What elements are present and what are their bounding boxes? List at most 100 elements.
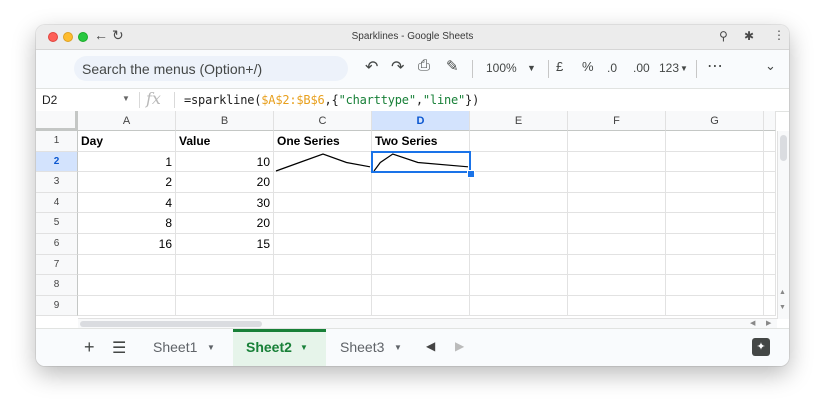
grid-cell[interactable] [274, 295, 372, 317]
grid-cell[interactable] [372, 213, 470, 234]
grid-cell[interactable] [568, 192, 666, 214]
grid-cell[interactable] [78, 254, 176, 276]
grid-cell[interactable] [568, 151, 666, 173]
row-header-7[interactable]: 7 [36, 254, 78, 276]
column-header-g[interactable]: G [666, 111, 764, 131]
value-cell[interactable]: 20 [176, 213, 274, 234]
scroll-down-icon[interactable]: ▼ [779, 304, 786, 311]
row-header-4[interactable]: 4 [36, 192, 78, 214]
row-header-3[interactable]: 3 [36, 172, 78, 193]
grid-cell[interactable] [274, 213, 372, 234]
scroll-left-icon[interactable]: ◀ [750, 319, 755, 327]
grid-cell[interactable] [568, 295, 666, 317]
currency-format-button[interactable]: £ [556, 59, 563, 74]
scroll-right-icon[interactable]: ▶ [766, 319, 771, 327]
grid-cell[interactable] [470, 295, 568, 317]
value-cell[interactable]: 15 [176, 234, 274, 255]
redo-icon[interactable]: ↷ [391, 57, 404, 77]
grid-cell[interactable] [372, 295, 470, 317]
decrease-decimal-button[interactable]: .0 [607, 61, 617, 75]
column-header-f[interactable]: F [568, 111, 666, 131]
scroll-tabs-left-icon[interactable]: ◀ [426, 339, 435, 353]
horizontal-scroll-thumb[interactable] [80, 321, 262, 327]
grid-cell[interactable] [470, 275, 568, 296]
day-cell[interactable]: 1 [78, 151, 176, 173]
grid-cell[interactable] [176, 295, 274, 317]
grid-cell[interactable] [666, 254, 764, 276]
row-header-2[interactable]: 2 [36, 151, 78, 173]
grid-cell[interactable] [274, 172, 372, 193]
grid-cell[interactable] [666, 213, 764, 234]
row-header-1[interactable]: 1 [36, 131, 78, 152]
day-cell[interactable]: 16 [78, 234, 176, 255]
grid-cell[interactable] [666, 172, 764, 193]
tab-sheet1[interactable]: Sheet1 ▼ [143, 329, 233, 366]
scroll-up-icon[interactable]: ▲ [779, 289, 786, 296]
column-header-e[interactable]: E [470, 111, 568, 131]
grid-cell[interactable] [372, 275, 470, 296]
chevron-down-icon[interactable]: ▼ [527, 63, 536, 73]
grid-cell[interactable] [764, 192, 776, 214]
grid-cell[interactable] [470, 131, 568, 152]
grid-cell[interactable] [78, 275, 176, 296]
grid-cell[interactable] [764, 131, 776, 152]
more-vert-icon[interactable]: ⋮ [773, 28, 785, 42]
row-header-5[interactable]: 5 [36, 213, 78, 234]
grid-cell[interactable] [372, 234, 470, 255]
add-sheet-icon[interactable]: + [84, 337, 95, 358]
name-box[interactable]: D2 [42, 93, 57, 107]
vertical-scroll-thumb[interactable] [780, 135, 787, 161]
grid-cell[interactable] [666, 192, 764, 214]
grid-cell[interactable] [568, 275, 666, 296]
day-cell[interactable]: 8 [78, 213, 176, 234]
paint-format-icon[interactable]: ✎ [446, 57, 459, 75]
number-format-button[interactable]: 123 [659, 61, 679, 75]
header-cell[interactable]: Two Series [372, 131, 470, 152]
grid-cell[interactable] [274, 192, 372, 214]
grid-cell[interactable] [176, 275, 274, 296]
grid-cell[interactable] [764, 234, 776, 255]
row-header-6[interactable]: 6 [36, 234, 78, 255]
column-header-b[interactable]: B [176, 111, 274, 131]
grid-cell[interactable] [568, 254, 666, 276]
column-header-d[interactable]: D [372, 111, 470, 131]
grid-cell[interactable] [274, 234, 372, 255]
undo-icon[interactable]: ↶ [365, 57, 378, 77]
increase-decimal-button[interactable]: .00 [633, 61, 650, 75]
tab-sheet3[interactable]: Sheet3 ▼ [326, 329, 414, 366]
explore-icon[interactable]: ✦ [752, 338, 770, 356]
grid-cell[interactable] [568, 131, 666, 152]
grid-cell[interactable] [568, 213, 666, 234]
chevron-down-icon[interactable]: ▼ [122, 94, 130, 103]
grid-cell[interactable] [764, 295, 776, 317]
header-cell[interactable]: One Series [274, 131, 372, 152]
grid-cell[interactable] [372, 192, 470, 214]
grid-cell[interactable] [470, 234, 568, 255]
row-header-8[interactable]: 8 [36, 275, 78, 296]
extensions-icon[interactable]: ✱ [744, 29, 754, 43]
value-cell[interactable]: 30 [176, 192, 274, 214]
column-header-h[interactable] [764, 111, 776, 131]
value-cell[interactable]: 10 [176, 151, 274, 173]
zoom-page-icon[interactable]: ⚲ [719, 29, 728, 43]
header-cell[interactable]: Day [78, 131, 176, 152]
vertical-scrollbar[interactable]: ▲ ▼ [777, 131, 789, 319]
grid-cell[interactable] [666, 275, 764, 296]
select-all-corner[interactable] [36, 111, 78, 131]
grid-cell[interactable] [470, 192, 568, 214]
grid-cell[interactable] [764, 172, 776, 193]
grid-cell[interactable] [666, 295, 764, 317]
grid-cell[interactable] [176, 254, 274, 276]
column-header-a[interactable]: A [78, 111, 176, 131]
header-cell[interactable]: Value [176, 131, 274, 152]
search-menus-input[interactable]: Search the menus (Option+/) [74, 56, 348, 81]
tab-sheet2[interactable]: Sheet2 ▼ [233, 329, 326, 366]
grid-cell[interactable] [764, 213, 776, 234]
more-options-icon[interactable]: ⋯ [707, 56, 723, 76]
fill-handle[interactable] [467, 170, 475, 178]
grid-cell[interactable] [78, 295, 176, 317]
collapse-toolbar-icon[interactable]: ⌄ [765, 58, 776, 74]
grid-cell[interactable] [274, 254, 372, 276]
chevron-down-icon[interactable]: ▼ [300, 343, 308, 352]
chevron-down-icon[interactable]: ▼ [207, 343, 215, 352]
